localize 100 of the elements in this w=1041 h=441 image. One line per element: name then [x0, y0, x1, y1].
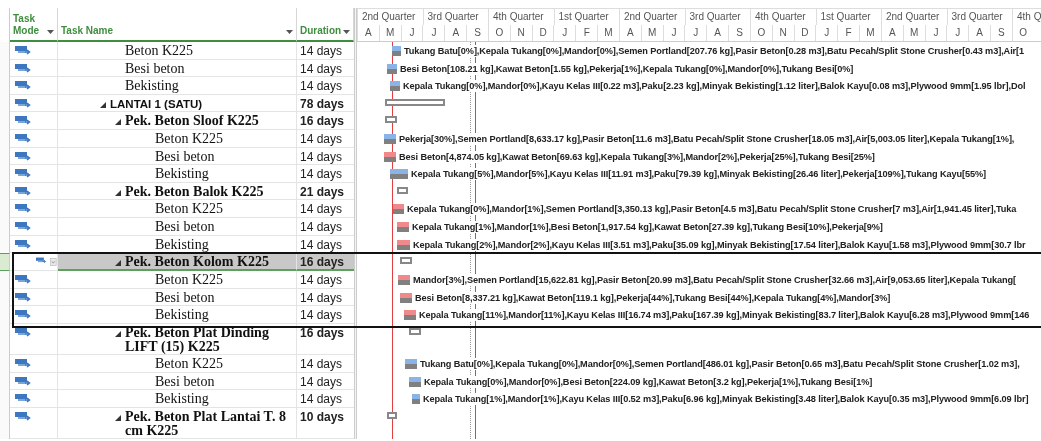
task-bar[interactable] — [404, 310, 416, 321]
task-name[interactable]: Besi beton — [155, 290, 215, 305]
month-label: M — [604, 26, 613, 39]
resource-label: Kepala Tukang[0%],Mandor[0%],Kayu Kelas III[0.22 m3],Paku[2.23 kg],Minyak Bekisting[1.12 liter],Balok Kayu[0.08 m3],Plywood 9mm[1.95 lbr],Dol — [403, 80, 1026, 93]
task-mode-icon — [15, 45, 31, 56]
task-mode-icon — [15, 168, 31, 180]
task-bar[interactable] — [400, 292, 412, 303]
task-mode-icon — [15, 410, 31, 422]
task-mode-icon — [15, 203, 31, 215]
task-mode-icon — [15, 115, 31, 127]
dropdown-arrow-icon — [343, 30, 350, 34]
task-name[interactable]: Bekisting — [155, 392, 209, 407]
task-name[interactable]: Pek. Beton Plat Lantai T. 8 cm K225 — [125, 409, 292, 438]
duration: 14 days — [300, 219, 343, 234]
collapse-icon[interactable] — [100, 101, 106, 108]
duration: 14 days — [300, 290, 343, 305]
column-header[interactable]: Task Mode — [13, 13, 43, 37]
resource-label: Kepala Tukang[2%],Mandor[2%],Kayu Kelas III[3.51 m3],Paku[35.09 kg],Minyak Bekisting[17.54 liter],Balok Kayu[1.58 m3],Plywood 9mm[30.7 lbr — [413, 238, 1026, 251]
task-bar[interactable] — [384, 151, 396, 162]
task-bar[interactable] — [384, 133, 396, 144]
task-name[interactable]: Pek. Beton Balok K225 — [125, 184, 264, 199]
task-name[interactable]: LANTAI 1 (SATU) — [110, 96, 203, 111]
task-bar[interactable] — [397, 239, 410, 250]
task-name[interactable]: Beton K225 — [155, 202, 224, 217]
month-label: F — [845, 26, 852, 39]
task-name[interactable]: Beton K225 — [155, 131, 224, 146]
task-name[interactable]: Bekisting — [155, 237, 209, 252]
task-bar[interactable] — [390, 81, 400, 92]
month-label: D — [801, 26, 809, 39]
month-label: J — [409, 26, 415, 39]
resource-label: Kepala Tukang[11%],Mandor[11%],Kayu Kelas III[16.74 m3],Paku[167.39 kg],Minyak Bekisting[83.7 liter],Balok Kayu[6.28 m3],Plywood 9mm[146 — [419, 309, 1030, 322]
task-name[interactable]: Besi beton — [155, 374, 215, 389]
task-bar[interactable] — [387, 63, 397, 74]
duration: 14 days — [300, 61, 343, 76]
row-header[interactable] — [0, 235, 10, 254]
collapse-icon[interactable] — [115, 119, 121, 126]
summary-bar[interactable] — [409, 327, 421, 335]
column-header[interactable]: Task Name — [61, 25, 114, 37]
month-label: J — [671, 26, 677, 39]
collapse-icon[interactable] — [115, 189, 121, 196]
task-name[interactable]: Bekisting — [155, 167, 209, 182]
task-bar[interactable] — [392, 46, 401, 56]
task-mode-icon — [15, 80, 31, 92]
task-bar[interactable] — [393, 204, 404, 215]
task-bar[interactable] — [390, 169, 408, 180]
task-mode-icon — [15, 326, 31, 338]
task-name[interactable]: Besi beton — [125, 61, 185, 76]
month-label: S — [736, 26, 743, 39]
month-label: A — [627, 26, 634, 39]
month-label: J — [693, 26, 699, 39]
month-label: A — [976, 26, 983, 39]
month-label: O — [1019, 26, 1028, 39]
quarter-label: 2nd Quarter — [362, 10, 416, 23]
task-bar[interactable] — [405, 358, 417, 369]
task-bar[interactable] — [412, 394, 420, 405]
task-name[interactable]: Beton K225 — [155, 273, 224, 288]
resource-label: Kepala Tukang[0%],Mandor[1%],Semen Portland[3,350.13 kg],Pasir Beton[4.5 m3],Batu Pecah/Split Stone Crusher[7 m3],Air[1,941.45 liter],Tuka — [407, 203, 1017, 216]
month-label: M — [909, 26, 919, 39]
task-name[interactable]: Besi beton — [155, 149, 215, 164]
collapse-icon[interactable] — [115, 414, 121, 421]
duration: 14 days — [300, 44, 343, 58]
row-header[interactable] — [0, 253, 10, 272]
task-name[interactable]: Besi beton — [155, 219, 215, 234]
quarter-label: 1st Quarter — [820, 10, 871, 23]
task-name[interactable]: Pek. Beton Sloof K225 — [125, 114, 259, 129]
resource-label: Tukang Batu[0%],Kepala Tukang[0%],Mandor[0%],Semen Portland[207.76 kg],Pasir Beton[0.28 m3],Batu Pecah/Split Stone Crusher[0.43 m3],Air[1 — [404, 45, 1025, 57]
task-bar[interactable] — [398, 275, 410, 286]
task-name[interactable]: Pek. Beton Kolom K225 — [125, 255, 269, 270]
task-name[interactable]: Beton K225 — [125, 44, 194, 58]
resource-label: Kepala Tukang[0%],Mandor[0%],Besi Beton[224.09 kg],Kawat Beton[3.2 kg],Pekerja[1%],Tukang Besi[1%] — [424, 375, 873, 388]
task-bar[interactable] — [409, 376, 421, 387]
resource-label: Kepala Tukang[1%],Mandor[1%],Besi Beton[1,917.54 kg],Kawat Beton[27.39 kg],Tukang Besi[10%],Pekerja[9%] — [412, 220, 883, 233]
month-label: M — [648, 26, 657, 39]
quarter-label: 3rd Quarter — [427, 10, 479, 23]
month-label: A — [365, 26, 372, 39]
collapse-icon[interactable] — [115, 330, 121, 337]
resource-label: Tukang Batu[0%],Kepala Tukang[0%],Mandor[0%],Semen Portland[486.01 kg],Pasir Beton[0.65 m3],Batu Pecah/Split Stone Crusher[1.02 m3], — [420, 357, 1020, 370]
task-name[interactable]: Beton K225 — [155, 356, 224, 371]
task-name[interactable]: Bekisting — [155, 308, 209, 323]
dropdown-arrow-icon — [47, 30, 54, 34]
month-label: S — [998, 26, 1005, 39]
month-label: S — [474, 26, 481, 39]
dropdown-icon[interactable] — [50, 256, 57, 269]
duration: 14 days — [300, 202, 343, 217]
task-bar[interactable] — [397, 221, 409, 232]
quarter-label: 2nd Quarter — [886, 10, 940, 23]
resource-label: Kepala Tukang[1%],Mandor[1%],Kayu Kelas III[0.52 m3],Paku[6.96 kg],Minyak Bekisting[3.48 liter],Balok Kayu[0.35 m3],Plywood 9mm[6.09 lbr] — [423, 393, 1029, 406]
task-mode-icon — [15, 62, 31, 74]
column-header[interactable]: Duration — [300, 25, 342, 37]
task-mode-icon — [15, 97, 31, 109]
resource-label: Mandor[3%],Semen Portland[15,622.81 kg],Pasir Beton[20.99 m3],Batu Pecah/Split Stone Crusher[32.66 m3],Air[9,053.65 liter],Kepala Tukang[ — [413, 274, 1016, 287]
month-label: M — [866, 26, 875, 39]
duration: 10 days — [300, 409, 345, 424]
task-name[interactable]: Bekisting — [125, 79, 179, 94]
month-label: D — [539, 26, 547, 39]
duration: 16 days — [300, 325, 345, 340]
duration: 14 days — [300, 167, 343, 182]
duration: 14 days — [300, 356, 343, 371]
collapse-icon[interactable] — [115, 260, 121, 267]
month-label: O — [757, 26, 766, 39]
